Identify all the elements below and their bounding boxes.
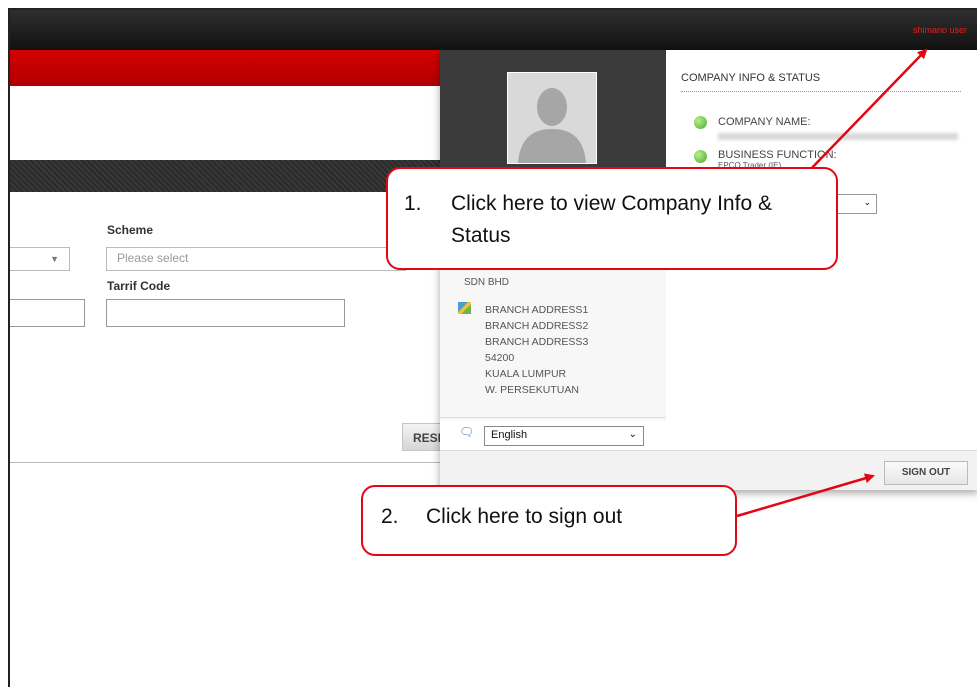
callout-number: 1.	[404, 192, 422, 215]
callout-company-info: 1. Click here to view Company Info & Sta…	[386, 167, 838, 270]
annotation-arrows	[736, 48, 928, 518]
callout-sign-out: 2. Click here to sign out	[361, 485, 737, 556]
callout-number: 2.	[381, 505, 399, 528]
arrow-to-sign-out	[736, 473, 875, 518]
callout-text: Click here to sign out	[426, 505, 623, 528]
arrow-to-user-link	[805, 48, 928, 175]
callout-text: Click here to view Company Info & Status	[451, 192, 772, 247]
